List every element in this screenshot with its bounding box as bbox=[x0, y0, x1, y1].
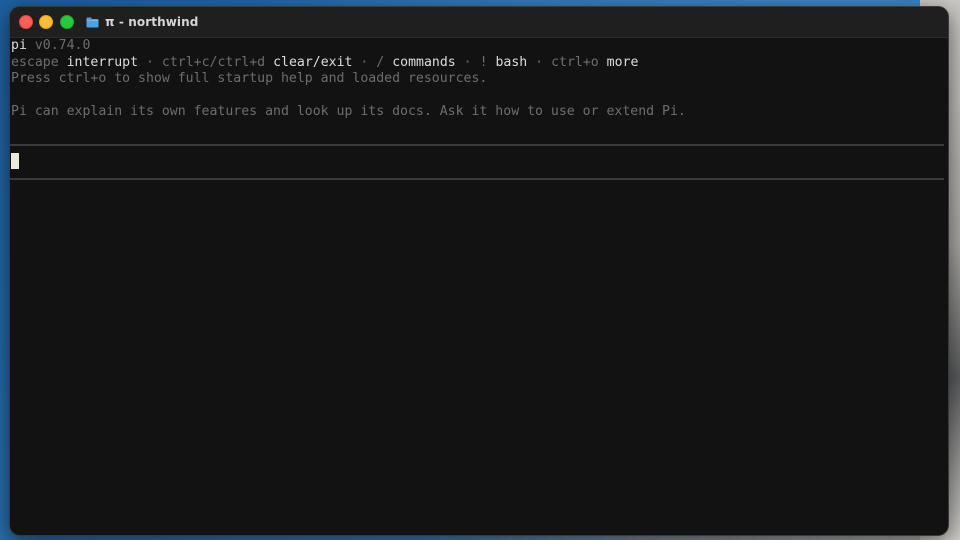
version-line: pi v0.74.0 bbox=[11, 38, 90, 55]
shortcut-separator: · bbox=[527, 54, 552, 70]
shortcut-action-bash: bash bbox=[495, 54, 528, 70]
shortcut-key-bang: ! bbox=[479, 54, 488, 70]
shortcut-separator: · bbox=[138, 54, 162, 70]
shortcut-key-ctrl-c-d: ctrl+c/ctrl+d bbox=[161, 54, 266, 70]
window-title: π - northwind bbox=[105, 15, 199, 29]
input-bottom-divider bbox=[10, 178, 944, 180]
minimize-button[interactable] bbox=[39, 15, 53, 29]
info-line: Pi can explain its own features and look… bbox=[11, 104, 686, 119]
app-name: pi bbox=[11, 38, 27, 53]
terminal-area[interactable]: pi v0.74.0 escape interrupt · ctrl+c/ctr… bbox=[10, 38, 948, 535]
shortcut-action-clear-exit: clear/exit bbox=[273, 54, 353, 70]
shortcut-action-interrupt: interrupt bbox=[66, 54, 139, 70]
input-cursor[interactable] bbox=[11, 153, 19, 169]
input-top-divider bbox=[10, 144, 944, 146]
startup-hint: Press ctrl+o to show full startup help a… bbox=[11, 71, 488, 86]
shortcut-action-more: more bbox=[606, 54, 639, 70]
folder-icon bbox=[86, 17, 99, 27]
shortcut-separator: · bbox=[352, 54, 377, 70]
title-bar[interactable]: π - northwind bbox=[10, 7, 948, 38]
app-version: v0.74.0 bbox=[34, 38, 91, 53]
shortcut-action-commands: commands bbox=[392, 54, 456, 70]
shortcut-key-slash: / bbox=[376, 54, 385, 70]
close-button[interactable] bbox=[19, 15, 33, 29]
shortcut-key-escape: escape bbox=[11, 54, 59, 70]
maximize-button[interactable] bbox=[60, 15, 74, 29]
shortcut-key-ctrl-o: ctrl+o bbox=[551, 54, 599, 70]
terminal-window: π - northwind pi v0.74.0 escape interrup… bbox=[9, 6, 949, 536]
shortcuts-line: escape interrupt · ctrl+c/ctrl+d clear/e… bbox=[11, 55, 638, 72]
shortcut-separator: · bbox=[455, 54, 480, 70]
window-title-group: π - northwind bbox=[86, 14, 198, 30]
